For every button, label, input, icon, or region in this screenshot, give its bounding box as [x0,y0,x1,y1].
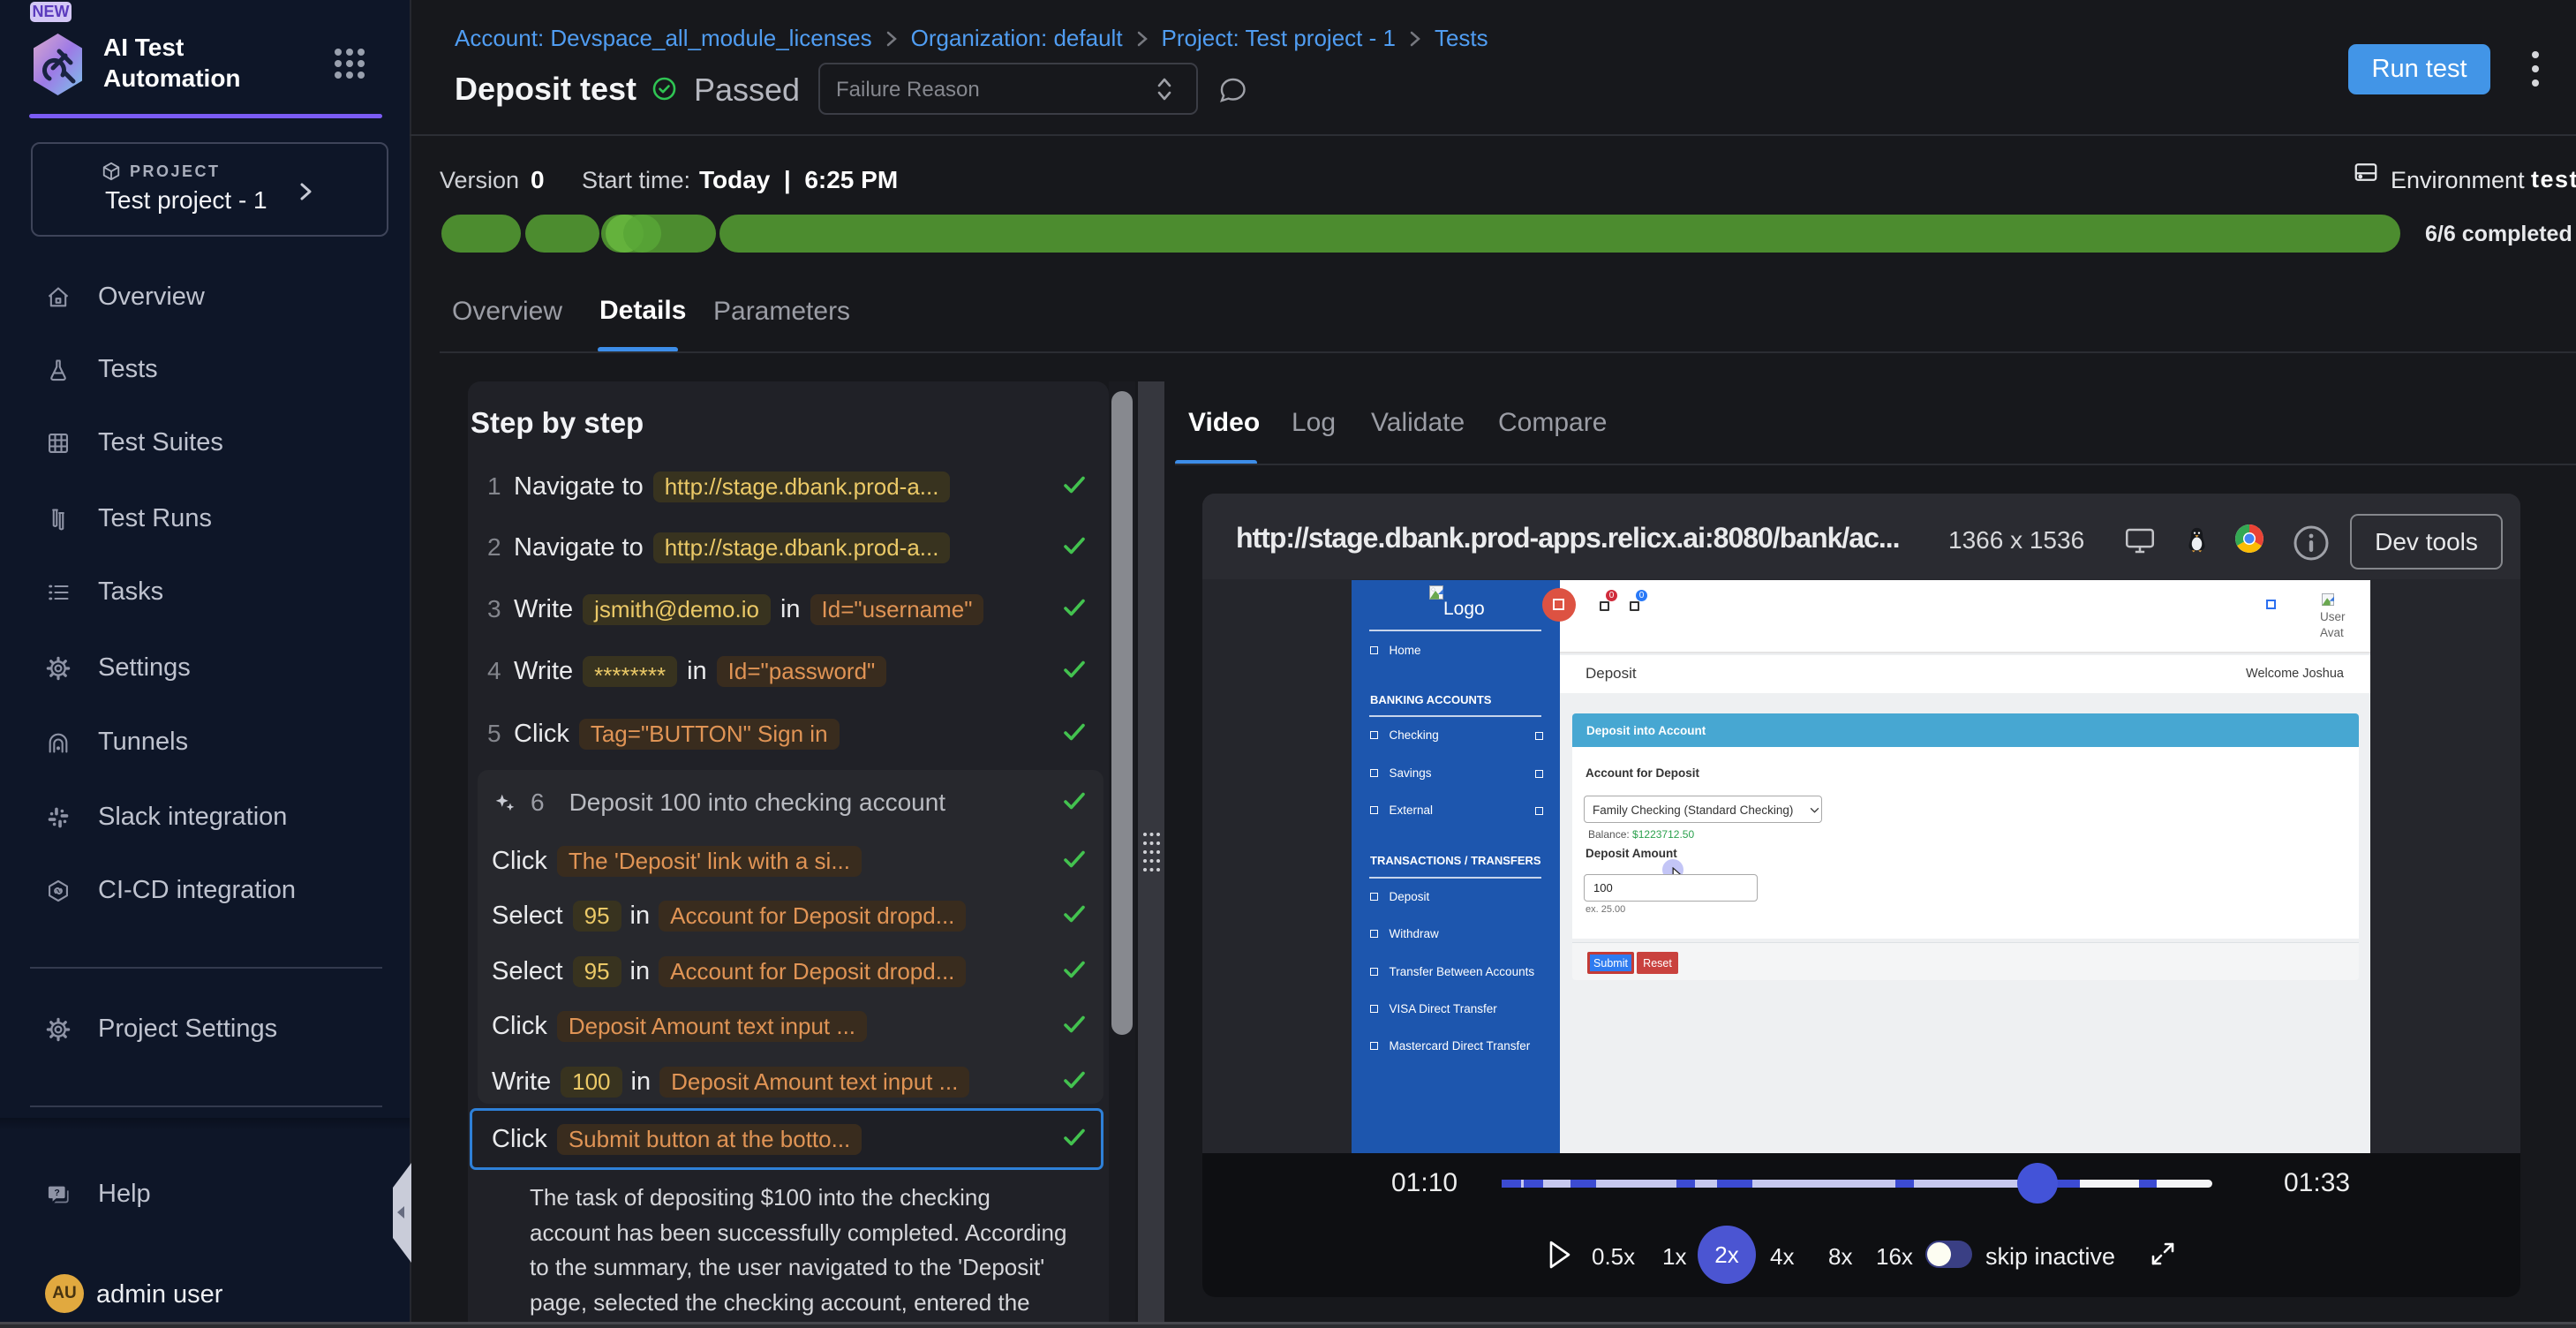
svg-text:?: ? [54,1188,59,1198]
